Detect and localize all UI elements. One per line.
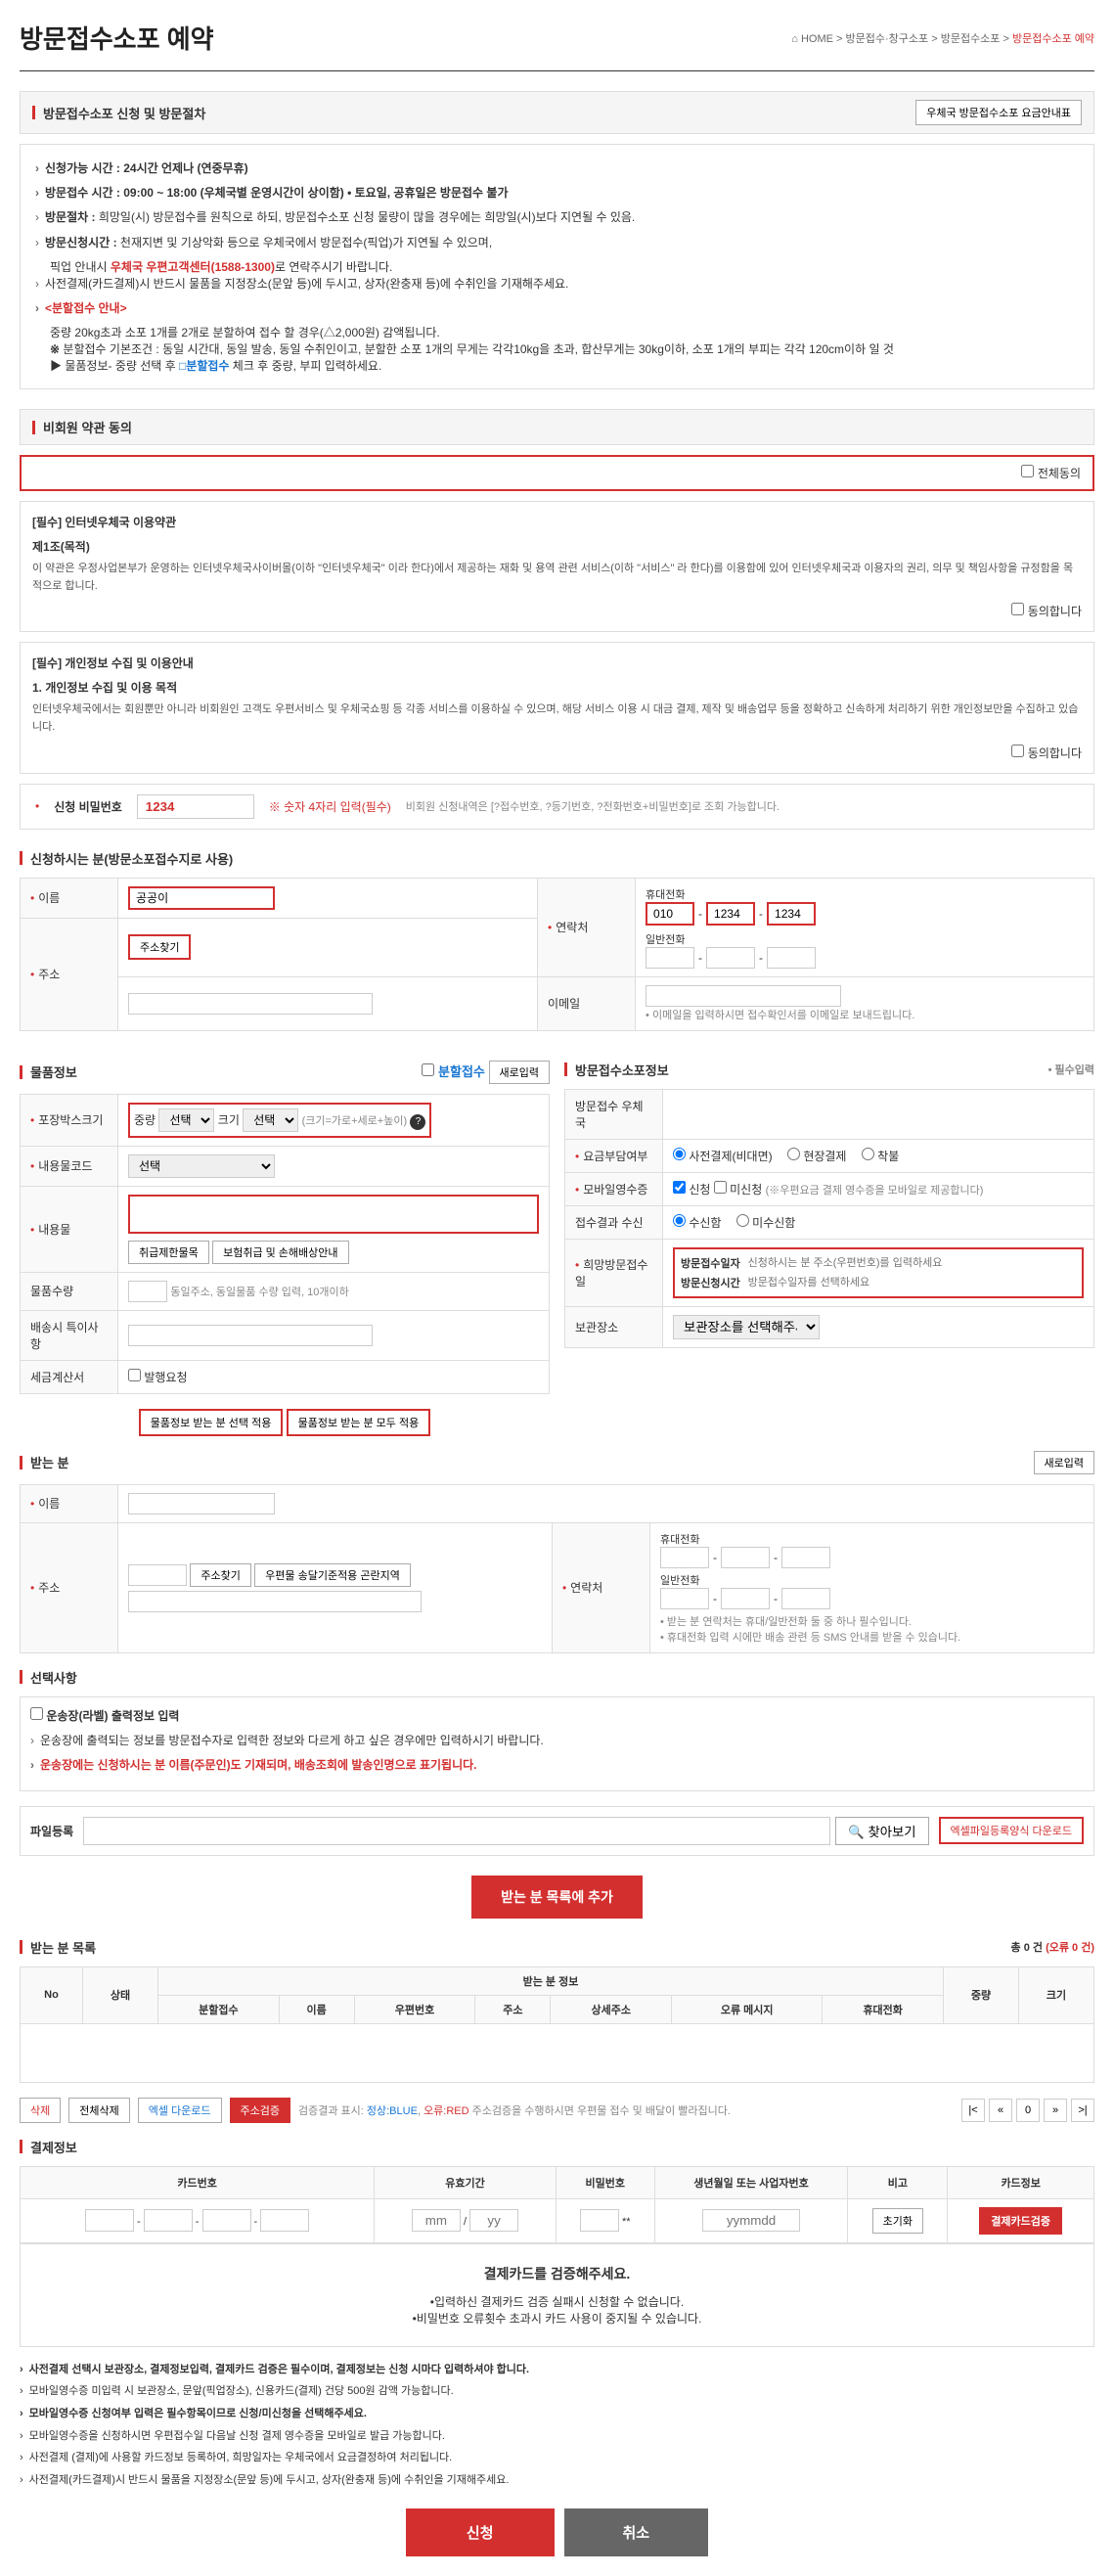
receiver-addr-search[interactable]: 주소찾기 xyxy=(190,1563,250,1587)
password-box: • 신청 비밀번호 ※ 숫자 4자리 입력(필수) 비회원 신청내역은 [?접수… xyxy=(20,784,1094,830)
cancel-button[interactable]: 취소 xyxy=(564,2508,709,2556)
guide-section-header: 방문접수소포 신청 및 방문절차 우체국 방문접수소포 요금안내표 xyxy=(20,91,1094,134)
phone2[interactable] xyxy=(706,902,755,926)
page-next[interactable]: » xyxy=(1044,2099,1067,2122)
excel-template-btn[interactable]: 엑셀파일등록양식 다운로드 xyxy=(939,1817,1085,1844)
receiver-header: 받는 분 xyxy=(30,1453,1034,1471)
breadcrumb: ⌂ HOME > 방문접수·창구소포 > 방문접수소포 > 방문접수소포 예약 xyxy=(791,30,1094,46)
tax-checkbox[interactable]: 발행요청 xyxy=(128,1371,188,1384)
split-checkbox[interactable]: 분할접수 xyxy=(422,1064,484,1079)
final-notice: 사전결제 선택시 보관장소, 결제정보입력, 결제카드 검증은 필수이며, 결제… xyxy=(20,2362,1094,2490)
option-header: 선택사항 xyxy=(30,1668,1094,1687)
receiver-table: 이름 주소 주소찾기 우편물 송달기준적용 곤란지역 연락처 휴대전화 - - … xyxy=(20,1484,1094,1653)
fee-radio-prepay[interactable]: 사전결제(비대면) xyxy=(673,1150,773,1163)
item-header: 물품정보 xyxy=(30,1062,422,1081)
page-first[interactable]: |< xyxy=(961,2099,985,2122)
reset-btn[interactable]: 초기화 xyxy=(872,2208,923,2234)
guide-box: 신청가능 시간 : 24시간 언제나 (연중무휴) 방문접수 시간 : 09:0… xyxy=(20,144,1094,389)
sender-name-input[interactable] xyxy=(128,886,275,910)
terms1-section: [필수] 인터넷우체국 이용약관 제1조(목적) 이 약관은 우정사업본부가 운… xyxy=(20,501,1094,632)
terms1-agree[interactable]: 동의합니다 xyxy=(1011,605,1082,618)
restricted-btn[interactable]: 취급제한물목 xyxy=(128,1241,209,1264)
landline3[interactable] xyxy=(767,947,816,969)
file-search-btn[interactable]: 🔍 찾아보기 xyxy=(835,1817,928,1845)
receiver-addr-input[interactable] xyxy=(128,1591,422,1612)
new-input-btn[interactable]: 새로입력 xyxy=(489,1061,550,1084)
code-select[interactable]: 선택 xyxy=(128,1154,275,1178)
receiver-name-input[interactable] xyxy=(128,1493,275,1514)
terms2-agree[interactable]: 동의합니다 xyxy=(1011,746,1082,760)
result-radio-yes[interactable]: 수신함 xyxy=(673,1216,721,1230)
agree-all-row: 전체동의 xyxy=(20,455,1094,491)
fee-radio-onsite[interactable]: 현장결제 xyxy=(787,1150,847,1163)
qty-input[interactable] xyxy=(128,1281,167,1302)
submit-button[interactable]: 신청 xyxy=(406,2508,555,2556)
page-prev[interactable]: « xyxy=(989,2099,1012,2122)
file-input[interactable] xyxy=(83,1817,830,1845)
sender-header: 신청하시는 분(방문소포접수지로 사용) xyxy=(30,849,1094,868)
nonmember-header: 비회원 약관 동의 xyxy=(20,409,1094,445)
mobile-radio-no[interactable]: 미신청 xyxy=(714,1183,762,1197)
add-to-list-button[interactable]: 받는 분 목록에 추가 xyxy=(471,1876,643,1919)
addr-verify-btn[interactable]: 주소검증 xyxy=(230,2098,290,2123)
payment-table: 카드번호 유효기간 비밀번호 생년월일 또는 사업자번호 비고 카드정보 - -… xyxy=(20,2166,1094,2243)
page-last[interactable]: >| xyxy=(1071,2099,1094,2122)
landline2[interactable] xyxy=(706,947,755,969)
hope-date-input[interactable] xyxy=(746,1255,1076,1271)
weight-select[interactable]: 선택 xyxy=(158,1108,214,1132)
table-actions: 삭제 전체삭제 엑셀 다운로드 주소검증 검증결과 표시: 정상:BLUE, 오… xyxy=(20,2098,1094,2123)
agree-all-checkbox[interactable]: 전체동의 xyxy=(1021,467,1081,480)
home-icon: ⌂ xyxy=(791,33,798,45)
sender-addr-input[interactable] xyxy=(128,993,373,1015)
receiver-new-btn[interactable]: 새로입력 xyxy=(1034,1451,1094,1474)
phone3[interactable] xyxy=(767,902,816,926)
phone1[interactable] xyxy=(646,902,694,926)
apply-selected-btn[interactable]: 물품정보 받는 분 선택 적용 xyxy=(139,1409,284,1436)
content-textarea[interactable] xyxy=(128,1195,539,1234)
payment-notice: 결제카드를 검증해주세요. •입력하신 결제카드 검증 실패시 신청할 수 없습… xyxy=(20,2243,1094,2347)
size-select[interactable]: 선택 xyxy=(243,1108,298,1132)
payment-header: 결제정보 xyxy=(30,2138,1094,2156)
exp-yy[interactable] xyxy=(469,2209,518,2232)
terms2-section: [필수] 개인정보 수집 및 이용안내 1. 개인정보 수집 및 이용 목적 인… xyxy=(20,642,1094,773)
card3[interactable] xyxy=(202,2209,251,2232)
page-title: 방문접수소포 예약 xyxy=(20,20,214,56)
receiver-list-table: No 상태 받는 분 정보 중량 크기 분할접수 이름 우편번호 주소 상세주소… xyxy=(20,1966,1094,2083)
visit-table: 방문접수 우체국 요금부담여부 사전결제(비대면) 현장결제 착불 모바일영수증… xyxy=(564,1089,1094,1348)
card2[interactable] xyxy=(144,2209,193,2232)
apply-all-btn[interactable]: 물품정보 받는 분 모두 적용 xyxy=(287,1409,431,1436)
card4[interactable] xyxy=(260,2209,309,2232)
label-print-checkbox[interactable]: 운송장(라벨) 출력정보 입력 xyxy=(30,1709,179,1723)
difficult-area-btn[interactable]: 우편물 송달기준적용 곤란지역 xyxy=(254,1563,411,1587)
delete-btn[interactable]: 삭제 xyxy=(20,2098,61,2123)
insurance-btn[interactable]: 보험취급 및 손해배상안내 xyxy=(212,1241,348,1264)
item-table: 포장박스크기 중량 선택 크기 선택 (크기=가로+세로+높이) ? 내용물코드… xyxy=(20,1094,550,1394)
special-input[interactable] xyxy=(128,1325,373,1346)
page-num[interactable]: 0 xyxy=(1016,2099,1040,2122)
card-pw[interactable] xyxy=(580,2209,619,2232)
file-row: 파일등록 🔍 찾아보기 엑셀파일등록양식 다운로드 xyxy=(20,1806,1094,1856)
receiver-zip-input[interactable] xyxy=(128,1564,187,1586)
birth-input[interactable] xyxy=(702,2209,800,2232)
sender-table: 이름 연락처 휴대전화 - - 일반전화 - - xyxy=(20,878,1094,1031)
sender-email-input[interactable] xyxy=(646,985,841,1007)
landline1[interactable] xyxy=(646,947,694,969)
excel-download-btn[interactable]: 엑셀 다운로드 xyxy=(138,2098,222,2123)
help-icon[interactable]: ? xyxy=(410,1114,425,1130)
fee-radio-cod[interactable]: 착불 xyxy=(862,1150,899,1163)
card1[interactable] xyxy=(85,2209,134,2232)
password-input[interactable] xyxy=(137,794,254,819)
exp-mm[interactable] xyxy=(412,2209,461,2232)
mobile-radio-yes[interactable]: 신청 xyxy=(673,1183,710,1197)
storage-select[interactable]: 보관장소를 선택해주세요 xyxy=(673,1315,820,1339)
list-header: 받는 분 목록 xyxy=(30,1938,1011,1957)
result-radio-no[interactable]: 미수신함 xyxy=(736,1216,796,1230)
verify-card-btn[interactable]: 결제카드검증 xyxy=(979,2207,1062,2235)
hope-time-input[interactable] xyxy=(746,1275,1076,1290)
sender-addr-search[interactable]: 주소찾기 xyxy=(128,934,191,960)
fee-info-button[interactable]: 우체국 방문접수소포 요금안내표 xyxy=(915,100,1082,125)
delete-all-btn[interactable]: 전체삭제 xyxy=(68,2098,129,2123)
visit-header: 방문접수소포정보 xyxy=(575,1061,1048,1079)
option-box: 운송장(라벨) 출력정보 입력 운송장에 출력되는 정보를 방문접수자로 입력한… xyxy=(20,1696,1094,1791)
